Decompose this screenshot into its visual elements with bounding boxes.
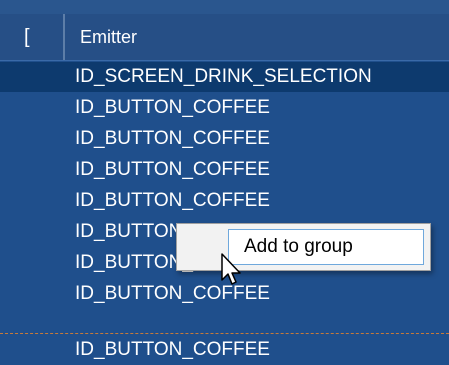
emitter-table: [ Emitter ID_SCREEN_DRINK_SELECTION ID_B… (0, 0, 449, 363)
emitter-cell: ID_SCREEN_DRINK_SELECTION (75, 66, 372, 87)
emitter-cell: ID_BUTTON_COFFEE (75, 159, 270, 180)
emitter-cell: ID_BUTTON_COFFEE (75, 190, 270, 211)
column-header-emitter[interactable]: Emitter (80, 14, 137, 60)
emitter-cell: ID_BUTTON_COFFEE (75, 339, 270, 360)
table-row[interactable]: ID_BUTTON_COFFEE (0, 335, 449, 365)
context-menu: Add to group (176, 223, 431, 271)
drop-indicator-line (0, 333, 449, 334)
table-row[interactable]: ID_BUTTON_COFFEE (0, 155, 449, 185)
table-row[interactable]: ID_SCREEN_DRINK_SELECTION (0, 62, 449, 92)
arrow-cursor-icon (221, 253, 241, 285)
table-row[interactable]: ID_BUTTON_COFFEE (0, 124, 449, 154)
column-resize-handle[interactable] (63, 14, 65, 60)
table-row[interactable]: ID_BUTTON_COFFEE (0, 93, 449, 123)
column-header-bracket[interactable]: [ (0, 14, 63, 60)
emitter-cell: ID_BUTTON_COFFEE (75, 97, 270, 118)
emitter-cell: ID_BUTTON_COFFEE (75, 128, 270, 149)
table-header: [ Emitter (0, 14, 449, 61)
table-top-strip (0, 0, 449, 14)
table-row[interactable]: ID_BUTTON_COFFEE (0, 186, 449, 216)
menu-item-label: Add to group (244, 236, 353, 257)
